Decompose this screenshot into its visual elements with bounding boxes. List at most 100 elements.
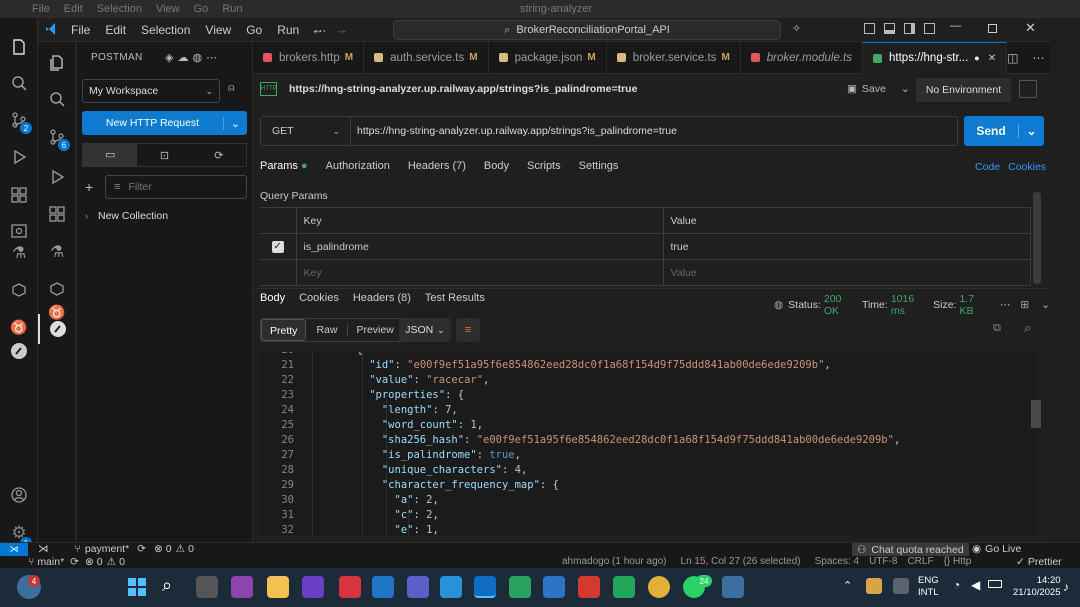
- menu-edit[interactable]: Edit: [105, 23, 126, 37]
- menu-run[interactable]: Run: [277, 23, 299, 37]
- cloud-icon[interactable]: ☁: [177, 52, 192, 64]
- battery-icon[interactable]: [988, 580, 1002, 588]
- more-icon[interactable]: ⋯: [206, 52, 221, 64]
- menu-file[interactable]: File: [71, 23, 90, 37]
- remote-icon[interactable]: ⋊: [38, 543, 49, 555]
- customize-layout-icon[interactable]: [924, 23, 935, 34]
- wrap-lines-icon[interactable]: ≡: [456, 318, 480, 342]
- editor-tab[interactable]: brokers.http M: [253, 41, 365, 74]
- remote-indicator-icon[interactable]: ⋊: [0, 543, 28, 556]
- outlook-icon[interactable]: [372, 576, 394, 598]
- new-request-dropdown-icon[interactable]: ⌄: [223, 116, 247, 130]
- globe-icon[interactable]: ◍: [192, 52, 206, 64]
- editor-tab[interactable]: package.json M: [489, 41, 607, 74]
- environment-select[interactable]: No Environment: [916, 78, 1011, 102]
- prettier-status[interactable]: ✓ Prettier: [1016, 556, 1062, 568]
- size-value[interactable]: 1.7 KB: [959, 293, 987, 317]
- editor-tab[interactable]: https://hng-str... ● ✕: [863, 41, 1008, 74]
- workspace-select[interactable]: My Workspace ⌄: [82, 79, 220, 103]
- preview-button[interactable]: Preview: [348, 324, 401, 336]
- mail-icon[interactable]: [543, 576, 565, 598]
- tray-overflow-icon[interactable]: ⌃: [843, 579, 852, 592]
- vscode-insiders-icon[interactable]: [613, 576, 635, 598]
- resp-tab-body[interactable]: Body: [260, 292, 285, 304]
- tray-app2-icon[interactable]: [893, 578, 909, 594]
- sync-icon[interactable]: ⟳: [137, 543, 146, 555]
- language-indicator[interactable]: ENG INTL: [918, 575, 939, 599]
- param-checkbox[interactable]: ✓: [260, 233, 297, 260]
- notifications-bell-icon[interactable]: ♪: [1063, 580, 1069, 594]
- branch-item[interactable]: payment*: [85, 543, 129, 555]
- more-actions-icon[interactable]: ⋯: [1032, 51, 1044, 65]
- collections-tab-icon[interactable]: ▭: [83, 144, 138, 166]
- eol[interactable]: CRLF: [907, 556, 933, 567]
- cursor-position[interactable]: Ln 15, Col 27 (26 selected): [681, 556, 801, 567]
- copilot-icon[interactable]: ✧: [792, 22, 801, 35]
- environments-tab-icon[interactable]: ⊡: [137, 149, 191, 162]
- git-blame[interactable]: ahmadogo (1 hour ago): [562, 556, 667, 567]
- menu-selection[interactable]: Selection: [141, 23, 190, 37]
- raw-button[interactable]: Raw: [306, 324, 349, 336]
- sync2-icon[interactable]: ⟳: [70, 556, 79, 568]
- source-control-icon[interactable]: 2: [0, 105, 38, 135]
- wifi-icon[interactable]: ◔: [953, 578, 960, 592]
- format-select[interactable]: JSON ⌄: [399, 318, 451, 342]
- tab-body[interactable]: Body: [484, 160, 509, 172]
- send-dropdown-icon[interactable]: ⌄: [1018, 124, 1044, 138]
- chat-quota[interactable]: ⚇ Chat quota reached: [852, 543, 969, 556]
- send-button[interactable]: Send ⌄: [964, 116, 1044, 146]
- file-explorer-icon[interactable]: [267, 576, 289, 598]
- menu-view[interactable]: View: [205, 23, 231, 37]
- cookies-link[interactable]: Cookies: [1008, 161, 1046, 173]
- accounts-icon[interactable]: [0, 480, 38, 510]
- teams-icon[interactable]: [407, 576, 429, 598]
- param-key[interactable]: is_palindrome: [295, 233, 664, 260]
- new-http-request-button[interactable]: New HTTP Request ⌄: [82, 111, 247, 135]
- copilot-app-icon[interactable]: [231, 576, 253, 598]
- postman-icon[interactable]: [0, 336, 38, 366]
- params-scrollbar[interactable]: [1033, 192, 1041, 284]
- tray-app-icon[interactable]: [866, 578, 882, 594]
- explorer-icon[interactable]: [0, 32, 38, 62]
- postgres-icon[interactable]: [722, 576, 744, 598]
- main-branch[interactable]: main*: [37, 556, 64, 568]
- docker-app-icon[interactable]: [440, 576, 462, 598]
- forward-arrow-icon[interactable]: →: [335, 22, 348, 37]
- add-user-icon[interactable]: ⍝: [228, 82, 235, 95]
- value-placeholder[interactable]: Value: [662, 259, 1031, 286]
- volume-icon[interactable]: ◀: [971, 578, 980, 592]
- menu-go[interactable]: Go: [246, 23, 262, 37]
- extensions-icon[interactable]: [0, 180, 38, 210]
- toggle-sidebar-icon[interactable]: [864, 23, 875, 34]
- chrome-icon[interactable]: [648, 576, 670, 598]
- maximize-icon[interactable]: [988, 24, 997, 33]
- command-center[interactable]: ⌕ BrokerReconciliationPortal_API: [393, 20, 781, 40]
- postman-active-icon[interactable]: [38, 314, 76, 344]
- tab-headers[interactable]: Headers (7): [408, 160, 466, 172]
- task-view-icon[interactable]: [196, 576, 218, 598]
- collection-item[interactable]: › New Collection: [85, 210, 168, 222]
- debug-icon[interactable]: [38, 162, 76, 192]
- resp-tab-cookies[interactable]: Cookies: [299, 292, 339, 304]
- encoding[interactable]: UTF-8: [869, 556, 897, 567]
- store-app-icon[interactable]: [339, 576, 361, 598]
- key-placeholder[interactable]: Key: [295, 259, 664, 286]
- red-app-icon[interactable]: [578, 576, 600, 598]
- close-window-icon[interactable]: ✕: [1025, 20, 1036, 36]
- code-link[interactable]: Code: [975, 161, 1000, 173]
- toggle-secondary-sidebar-icon[interactable]: [904, 23, 915, 34]
- environment-quicklook-icon[interactable]: [1019, 80, 1037, 98]
- code-scrollbar[interactable]: [1031, 400, 1041, 428]
- search-icon[interactable]: [0, 68, 38, 98]
- url-input[interactable]: https://hng-string-analyzer.up.railway.a…: [351, 125, 677, 137]
- save-dropdown-icon[interactable]: ⌄: [901, 83, 910, 95]
- editor-tab[interactable]: auth.service.ts M: [364, 41, 489, 74]
- docker-icon[interactable]: [0, 275, 38, 305]
- windows-start-icon[interactable]: [127, 577, 147, 597]
- back-arrow-icon[interactable]: ←: [311, 22, 324, 37]
- status-value[interactable]: 200 OK: [824, 293, 856, 317]
- taskbar-search-icon[interactable]: ⌕: [162, 575, 172, 596]
- add-collection-icon[interactable]: +: [85, 179, 93, 195]
- toggle-panel-icon[interactable]: [884, 23, 895, 34]
- scm-icon[interactable]: 6: [38, 122, 76, 152]
